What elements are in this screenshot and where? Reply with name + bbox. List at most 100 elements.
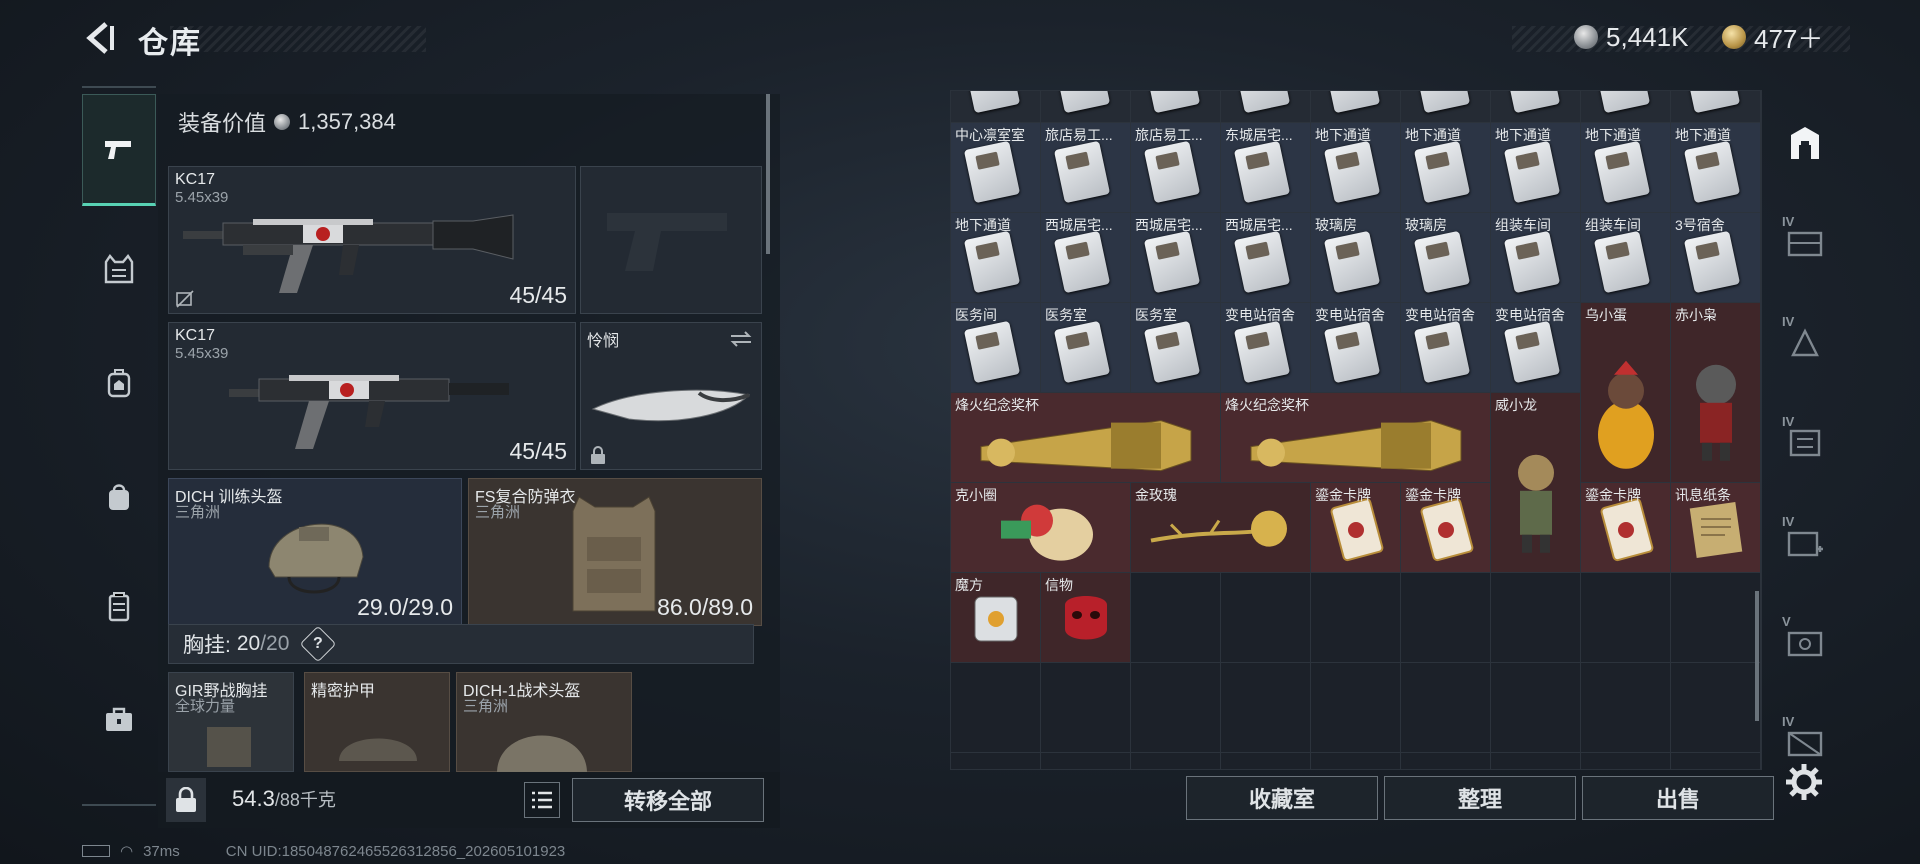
organize-button[interactable]: 整理 (1384, 776, 1576, 820)
grid-scrollbar[interactable] (1755, 591, 1759, 721)
stash-item[interactable]: 医务室 (1131, 303, 1221, 393)
helmet-slot[interactable]: DICH 训练头盔 三角洲 29.0/29.0 (168, 478, 462, 626)
stash-item[interactable]: 地下通道 (1311, 123, 1401, 213)
stash-item[interactable] (951, 91, 1041, 123)
sub-item-origin: 全球力量 (175, 698, 236, 715)
nav-backpack[interactable] (82, 348, 156, 418)
stash-item[interactable]: 西城居宅... (1221, 213, 1311, 303)
stash-page-4[interactable]: IV (1780, 514, 1830, 566)
swap-icon[interactable] (729, 329, 753, 349)
stash-item[interactable]: 烽火纪念奖杯 (951, 393, 1221, 483)
nav-weapons[interactable] (82, 94, 156, 206)
page-title: 仓库 (138, 27, 202, 60)
empty-grid-cell (1401, 753, 1491, 769)
stash-item[interactable] (1131, 91, 1221, 123)
stash-item[interactable]: 鎏金卡牌 (1401, 483, 1491, 573)
stash-page-main[interactable] (1780, 120, 1830, 166)
stash-item[interactable]: 玻璃房 (1401, 213, 1491, 303)
stash-item[interactable]: 西城居宅... (1131, 213, 1221, 303)
stash-item[interactable]: 地下通道 (1401, 123, 1491, 213)
stash-item[interactable]: 乌小蛋 (1581, 303, 1671, 483)
weight-max: /88千克 (274, 790, 336, 810)
armor-plate-image (339, 738, 417, 761)
sell-button[interactable]: 出售 (1582, 776, 1774, 820)
secondary-weapon-name: KC17 (175, 327, 216, 344)
list-view-button[interactable] (524, 782, 560, 818)
stash-page-5[interactable]: V (1780, 614, 1830, 666)
stash-item[interactable]: 讯息纸条 (1671, 483, 1761, 573)
stash-page-1[interactable]: IV (1780, 214, 1830, 266)
gold-currency[interactable]: 477＋ (1722, 22, 1823, 54)
stash-item[interactable]: 旅店易工... (1131, 123, 1221, 213)
stash-item[interactable]: 赤小枭 (1671, 303, 1761, 483)
secondary-weapon-slot[interactable]: KC17 5.45x39 45/45 (168, 322, 576, 470)
nav-vest[interactable] (82, 234, 156, 304)
stash-item[interactable]: 东城居宅... (1221, 123, 1311, 213)
weight-lock-button[interactable] (166, 778, 206, 822)
stash-item[interactable]: 变电站宿舍 (1401, 303, 1491, 393)
stash-item[interactable]: 鎏金卡牌 (1311, 483, 1401, 573)
collection-room-button[interactable]: 收藏室 (1186, 776, 1378, 820)
empty-grid-cell (1041, 663, 1131, 753)
stash-item[interactable] (1581, 91, 1671, 123)
nav-case[interactable] (82, 684, 156, 754)
back-button[interactable] (80, 18, 120, 58)
stash-item[interactable]: 地下通道 (1581, 123, 1671, 213)
stash-item[interactable] (1491, 91, 1581, 123)
equipment-value: 装备价值 1,357,384 (178, 106, 396, 138)
pistol-slot[interactable] (580, 166, 762, 314)
stash-item[interactable]: 变电站宿舍 (1311, 303, 1401, 393)
keycard-image (1233, 230, 1291, 294)
stash-item[interactable]: 威小龙 (1491, 393, 1581, 573)
stash-page-3[interactable]: IV (1780, 414, 1830, 466)
stash-item[interactable]: 地下通道 (1491, 123, 1581, 213)
nav-container[interactable] (82, 572, 156, 642)
stash-item[interactable]: 变电站宿舍 (1221, 303, 1311, 393)
stash-item[interactable]: 组装车间 (1491, 213, 1581, 303)
armor-slot[interactable]: FS复合防弹衣 三角洲 86.0/89.0 (468, 478, 762, 626)
silver-currency[interactable]: 5,441K (1574, 22, 1688, 52)
primary-weapon-slot[interactable]: KC17 5.45x39 45/45 (168, 166, 576, 314)
stash-item[interactable]: 3号宿舍 (1671, 213, 1761, 303)
stash-item[interactable]: 地下通道 (951, 213, 1041, 303)
sub-item-rig[interactable]: GIR野战胸挂 全球力量 (168, 672, 294, 772)
item-name: 变电站宿舍 (1225, 307, 1295, 323)
stash-item[interactable]: 克小圈 (951, 483, 1131, 573)
stash-page-2[interactable]: IV (1780, 314, 1830, 366)
keycard-image (1053, 91, 1111, 114)
stash-item[interactable] (1041, 91, 1131, 123)
stash-item[interactable] (1221, 91, 1311, 123)
melee-slot[interactable]: 怜悯 (580, 322, 762, 470)
item-name: 医务室 (1045, 307, 1087, 323)
stash-item[interactable]: 魔方 (951, 573, 1041, 663)
sub-item-helmet[interactable]: DICH-1战术头盔 三角洲 (456, 672, 632, 773)
stash-item[interactable]: 玻璃房 (1311, 213, 1401, 303)
stash-item[interactable]: 鎏金卡牌 (1581, 483, 1671, 573)
stash-item[interactable]: 烽火纪念奖杯 (1221, 393, 1491, 483)
item-name: 玻璃房 (1315, 217, 1357, 233)
keycard-image (1593, 140, 1651, 204)
keycard-image (1413, 91, 1471, 114)
stash-item[interactable]: 变电站宿舍 (1491, 303, 1581, 393)
stash-item[interactable]: 信物 (1041, 573, 1131, 663)
sub-item-armor[interactable]: 精密护甲 (304, 672, 450, 772)
helmet-durability: 29.0/29.0 (357, 594, 453, 620)
stash-item[interactable]: 医务间 (951, 303, 1041, 393)
settings-button[interactable] (1782, 760, 1826, 804)
stash-item[interactable] (1401, 91, 1491, 123)
nav-bag[interactable] (82, 462, 156, 532)
stash-item[interactable]: 旅店易工... (1041, 123, 1131, 213)
stash-item[interactable]: 组装车间 (1581, 213, 1671, 303)
stash-item[interactable] (1311, 91, 1401, 123)
keycard-image (1503, 320, 1561, 384)
stash-item[interactable]: 中心凛室室 (951, 123, 1041, 213)
stash-item[interactable]: 医务室 (1041, 303, 1131, 393)
transfer-all-button[interactable]: 转移全部 (572, 778, 764, 822)
stash-grid: 中心凛室室 旅店易工... 旅店易工... 东城居宅... 地下通道 地下通道 地下通道 地下… (950, 90, 1762, 770)
stash-item[interactable]: 金玫瑰 (1131, 483, 1311, 573)
stash-item[interactable] (1671, 91, 1761, 123)
stash-item[interactable]: 西城居宅... (1041, 213, 1131, 303)
smg-image (229, 375, 509, 449)
stash-item[interactable]: 地下通道 (1671, 123, 1761, 213)
help-icon[interactable]: ? (300, 625, 337, 663)
